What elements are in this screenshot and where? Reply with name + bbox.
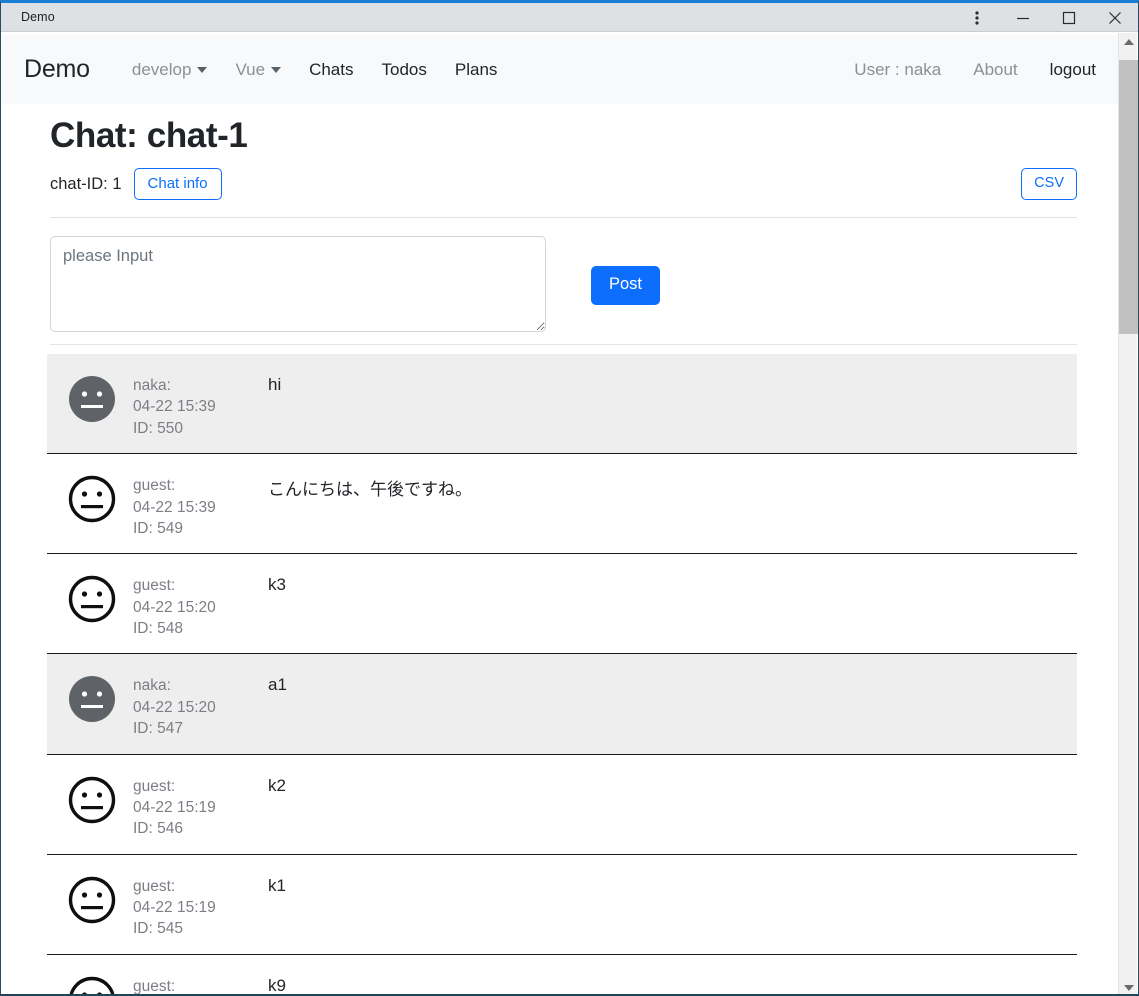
app-navbar: Demo develop Vue Chats Todos Plans User … xyxy=(2,35,1124,104)
neutral-face-outline-icon xyxy=(67,975,117,994)
message-timestamp: 04-22 15:39 xyxy=(133,398,216,416)
window-controls xyxy=(954,3,1138,32)
close-button[interactable] xyxy=(1092,3,1138,32)
message-text: k3 xyxy=(268,575,286,595)
message-text: a1 xyxy=(268,675,287,695)
scrollbar-thumb[interactable] xyxy=(1119,60,1138,334)
message-text: k1 xyxy=(268,875,286,895)
neutral-face-outline-icon xyxy=(67,574,117,624)
neutral-face-outline-icon xyxy=(67,474,117,524)
chat-subheader: chat-ID: 1 Chat info CSV xyxy=(50,168,1077,200)
navbar-user-label: User : naka xyxy=(854,59,942,79)
chat-id-label: chat-ID: 1 xyxy=(50,174,122,193)
message-meta: guest:04-22 15:18ID: 544 xyxy=(133,967,268,995)
message-timestamp: 04-22 15:39 xyxy=(133,498,216,516)
nav-item-vue[interactable]: Vue xyxy=(221,60,295,80)
message-author: guest: xyxy=(133,477,176,495)
window-tab-title[interactable]: Demo xyxy=(1,10,55,24)
nav-item-chats[interactable]: Chats xyxy=(295,60,367,80)
scroll-down-arrow-wrap xyxy=(1119,979,1138,994)
message-meta: naka: 04-22 15:20 ID: 547 xyxy=(133,666,268,739)
message-id: ID: 549 xyxy=(133,519,183,537)
message-row[interactable]: guest: 04-22 15:20 ID: 548 k3 xyxy=(47,554,1077,655)
message-author: naka: xyxy=(133,377,171,394)
message-id: ID: 547 xyxy=(133,720,183,738)
nav-item-develop-label: develop xyxy=(131,59,192,79)
message-timestamp: 04-22 15:19 xyxy=(133,798,216,816)
message-meta: naka: 04-22 15:39 ID: 550 xyxy=(133,366,268,439)
chevron-down-icon xyxy=(197,66,208,73)
maximize-button[interactable] xyxy=(1046,3,1092,32)
header-divider xyxy=(50,217,1077,218)
chat-header-container: Chat: chat-1 chat-ID: 1 Chat info CSV Po… xyxy=(2,116,1124,345)
chat-info-button[interactable]: Chat info xyxy=(133,168,222,200)
neutral-face-filled-icon xyxy=(67,674,117,724)
message-author: guest: xyxy=(133,577,176,595)
scroll-down-arrow-icon[interactable] xyxy=(1119,979,1138,994)
nav-item-todos[interactable]: Todos xyxy=(368,60,441,80)
navbar-user-area: User : naka About logout xyxy=(838,60,1106,80)
page-viewport: Demo develop Vue Chats Todos Plans User … xyxy=(2,35,1124,995)
scroll-up-arrow-icon[interactable] xyxy=(1119,33,1138,51)
message-meta: guest: 04-22 15:39 ID: 549 xyxy=(133,466,268,539)
minimize-button[interactable] xyxy=(1000,3,1046,32)
vertical-scrollbar[interactable] xyxy=(1118,33,1138,994)
compose-area: Post xyxy=(50,236,1077,332)
message-list: naka: 04-22 15:39 ID: 550 hi guest: 04-22 15:… xyxy=(2,354,1124,995)
message-input[interactable] xyxy=(50,236,546,332)
message-id: ID: 546 xyxy=(133,820,183,838)
message-author: guest: xyxy=(133,777,176,795)
message-author: naka: xyxy=(133,677,171,695)
navbar-brand[interactable]: Demo xyxy=(24,55,90,84)
nav-item-plans[interactable]: Plans xyxy=(441,60,512,80)
message-row[interactable]: guest: 04-22 15:39 ID: 549 こんにちは、午後ですね。 xyxy=(47,454,1077,555)
window-titlebar: Demo xyxy=(1,3,1138,32)
message-timestamp: 04-22 15:20 xyxy=(133,598,216,616)
nav-item-logout[interactable]: logout xyxy=(1034,60,1102,80)
message-author: guest: xyxy=(133,877,176,895)
neutral-face-outline-icon xyxy=(67,875,117,925)
message-row[interactable]: guest: 04-22 15:19 ID: 545 k1 xyxy=(47,855,1077,955)
message-meta: guest: 04-22 15:19 ID: 545 xyxy=(133,867,268,940)
message-timestamp: 04-22 15:19 xyxy=(133,899,216,916)
page-title: Chat: chat-1 xyxy=(50,116,248,155)
message-row[interactable]: guest: 04-22 15:19 ID: 546 k2 xyxy=(47,755,1077,855)
message-author: guest: xyxy=(133,977,176,995)
message-id: ID: 550 xyxy=(133,419,183,437)
message-meta: guest: 04-22 15:20 ID: 548 xyxy=(133,566,268,639)
neutral-face-filled-icon xyxy=(67,374,117,424)
nav-item-vue-label: Vue xyxy=(235,59,266,79)
message-id: ID: 545 xyxy=(133,920,183,938)
neutral-face-outline-icon xyxy=(67,775,117,825)
nav-item-develop[interactable]: develop xyxy=(118,60,222,80)
csv-export-button[interactable]: CSV xyxy=(1021,168,1077,200)
menu-kebab-button[interactable] xyxy=(954,3,1000,32)
message-row[interactable]: guest:04-22 15:18ID: 544k9 xyxy=(47,955,1077,995)
chat-page: Chat: chat-1 chat-ID: 1 Chat info CSV Po… xyxy=(2,116,1124,995)
message-text: hi xyxy=(268,375,282,394)
post-button[interactable]: Post xyxy=(591,266,661,305)
chevron-down-icon xyxy=(271,66,282,73)
message-text: k9 xyxy=(268,975,286,995)
message-row[interactable]: naka: 04-22 15:39 ID: 550 hi xyxy=(47,354,1077,455)
nav-item-about[interactable]: About xyxy=(957,60,1033,80)
message-id: ID: 548 xyxy=(133,620,183,637)
message-meta: guest: 04-22 15:19 ID: 546 xyxy=(133,767,268,840)
message-row[interactable]: naka: 04-22 15:20 ID: 547 a1 xyxy=(47,654,1077,755)
message-text: こんにちは、午後ですね。 xyxy=(268,480,472,500)
message-timestamp: 04-22 15:20 xyxy=(133,698,216,716)
navbar-links: develop Vue Chats Todos Plans xyxy=(118,60,512,80)
compose-divider xyxy=(50,344,1077,345)
browser-window: Demo Demo develop Vue Chats Todos Plans … xyxy=(0,0,1139,996)
message-text: k2 xyxy=(268,775,286,795)
